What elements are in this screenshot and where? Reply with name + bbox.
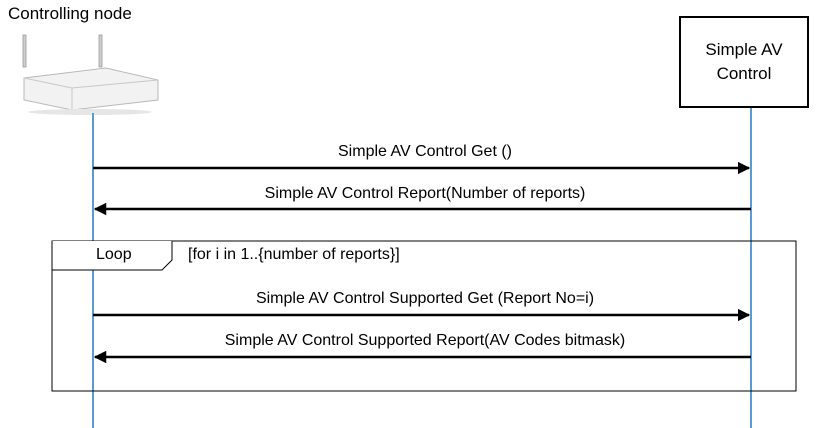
participant-box-simple-av-control: Simple AV Control (679, 16, 809, 108)
loop-label: Loop (96, 246, 132, 263)
router-icon (22, 34, 159, 115)
message-label-4: Simple AV Control Supported Report(AV Co… (224, 332, 626, 349)
loop-guard: [for i in 1..{number of reports}] (188, 246, 400, 263)
message-label-1: Simple AV Control Get () (338, 143, 512, 160)
participant-label-controlling-node: Controlling node (8, 4, 132, 23)
message-label-3: Simple AV Control Supported Get (Report … (255, 290, 595, 307)
message-label-2: Simple AV Control Report(Number of repor… (264, 185, 586, 202)
participant-label-simple-av-control: Simple AV Control (705, 40, 783, 83)
